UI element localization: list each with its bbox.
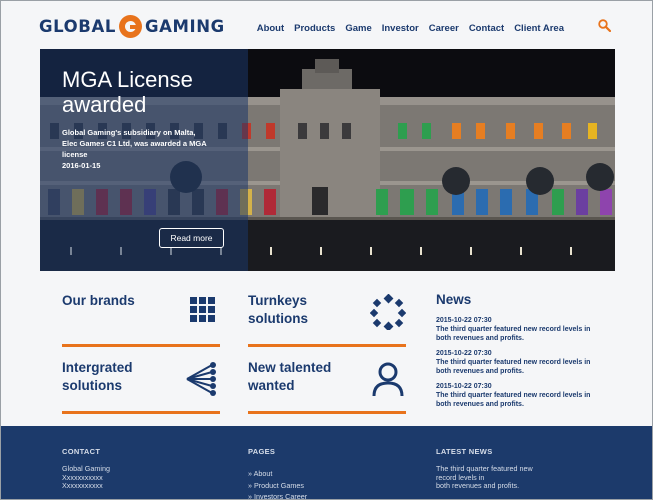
logo-text-left: GLOBAL xyxy=(39,16,116,36)
footer-latest-news-heading: LATEST NEWS xyxy=(436,447,493,456)
tile-title: Intergrated solutions xyxy=(62,360,133,393)
news-item[interactable]: 2015-10-22 07:30 The third quarter featu… xyxy=(436,316,606,343)
tile-title: Our brands xyxy=(62,293,135,308)
footer-link-about[interactable]: » About xyxy=(248,468,307,480)
news-text: The third quarter featured new record le… xyxy=(436,326,591,342)
nav-item-client-area[interactable]: Client Area xyxy=(514,23,564,34)
footer-pages-links: » About » Product Games » Investors Care… xyxy=(248,468,307,499)
tile-title: New talented wanted xyxy=(248,360,332,393)
tile-new-talented-wanted[interactable]: New talented wanted xyxy=(248,359,406,414)
nav-item-game[interactable]: Game xyxy=(345,23,371,34)
news-text: The third quarter featured new record le… xyxy=(436,392,591,408)
footer-contact-line: Xxxxxxxxxxx xyxy=(62,481,103,490)
page-frame: GLOBAL GAMING About Products Game Invest… xyxy=(0,0,653,500)
tile-our-brands[interactable]: Our brands xyxy=(62,292,220,347)
news-date: 2015-10-22 07:30 xyxy=(436,383,492,390)
tile-title: Turnkeys solutions xyxy=(248,293,308,326)
news-date: 2015-10-22 07:30 xyxy=(436,317,492,324)
hero-description: Global Gaming's subsidiary on Malta, Ele… xyxy=(62,128,207,159)
nav-item-investor[interactable]: Investor xyxy=(382,23,419,34)
footer-pages-heading: PAGES xyxy=(248,447,276,456)
fan-icon xyxy=(186,362,216,396)
tile-integrated-solutions[interactable]: Intergrated solutions xyxy=(62,359,220,414)
hero-text: Global Gaming's subsidiary on Malta, Ele… xyxy=(62,127,212,171)
tile-turnkeys-solutions[interactable]: Turnkeys solutions xyxy=(248,292,406,347)
news-text: The third quarter featured new record le… xyxy=(436,359,591,375)
news-item[interactable]: 2015-10-22 07:30 The third quarter featu… xyxy=(436,382,606,409)
logo-g-icon xyxy=(118,14,142,38)
hero-title: MGA License awarded xyxy=(62,67,193,117)
search-icon[interactable] xyxy=(598,19,611,32)
hero-banner: MGA License awarded Global Gaming's subs… xyxy=(40,49,615,271)
footer-news-line: both revenues and profits. xyxy=(436,481,520,490)
footer-link-investors-career[interactable]: » Investors Career xyxy=(248,491,307,499)
logo-text-right: GAMING xyxy=(144,16,225,36)
footer-link-product-games[interactable]: » Product Games xyxy=(248,480,307,492)
site-logo[interactable]: GLOBAL GAMING xyxy=(39,14,225,38)
nav-item-about[interactable]: About xyxy=(257,23,284,34)
site-footer: CONTACT Global Gaming Xxxxxxxxxxx Xxxxxx… xyxy=(1,426,652,499)
nav-item-contact[interactable]: Contact xyxy=(469,23,504,34)
main-nav: About Products Game Investor Career Cont… xyxy=(257,23,564,34)
hero-date: 2016-01-15 xyxy=(62,161,101,170)
news-item[interactable]: 2015-10-22 07:30 The third quarter featu… xyxy=(436,349,606,376)
nav-item-products[interactable]: Products xyxy=(294,23,335,34)
news-heading: News xyxy=(436,292,472,307)
person-icon xyxy=(372,362,404,397)
news-date: 2015-10-22 07:30 xyxy=(436,350,492,357)
ring-icon xyxy=(370,294,406,330)
read-more-button[interactable]: Read more xyxy=(159,228,224,248)
nav-item-career[interactable]: Career xyxy=(429,23,459,34)
grid-icon xyxy=(190,297,215,322)
footer-latest-news[interactable]: The third quarter featured new record le… xyxy=(436,464,533,491)
footer-contact-heading: CONTACT xyxy=(62,447,101,456)
footer-contact-info: Global Gaming Xxxxxxxxxxx Xxxxxxxxxxx xyxy=(62,464,110,491)
site-header: GLOBAL GAMING About Products Game Invest… xyxy=(1,1,652,49)
